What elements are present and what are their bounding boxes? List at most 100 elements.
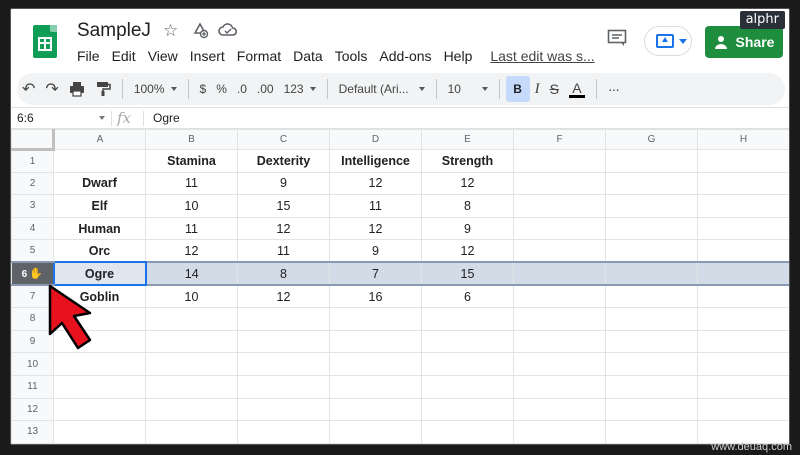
- cell[interactable]: 12: [329, 216, 422, 241]
- column-header-a[interactable]: A: [53, 129, 146, 150]
- menu-edit[interactable]: Edit: [112, 48, 136, 66]
- font-size-select[interactable]: 10: [443, 76, 493, 102]
- share-button[interactable]: Share: [705, 26, 783, 58]
- cell[interactable]: [513, 284, 606, 309]
- last-edit-link[interactable]: Last edit was s...: [490, 48, 594, 66]
- italic-button[interactable]: I: [530, 76, 545, 102]
- cell[interactable]: [697, 307, 789, 331]
- cell[interactable]: [605, 352, 698, 376]
- row-header[interactable]: 13: [11, 420, 54, 444]
- undo-icon[interactable]: ↶: [17, 76, 40, 102]
- cell[interactable]: [697, 352, 789, 376]
- cell[interactable]: [605, 239, 698, 263]
- cell[interactable]: [237, 420, 330, 444]
- selected-row[interactable]: 6 ✋ Ogre 14 8 7 15: [11, 261, 789, 287]
- cell[interactable]: [605, 194, 698, 218]
- cell[interactable]: [513, 171, 606, 196]
- cell[interactable]: [513, 216, 606, 241]
- menu-view[interactable]: View: [148, 48, 178, 66]
- cell[interactable]: Orc: [53, 239, 146, 263]
- cell[interactable]: [145, 420, 238, 444]
- cell[interactable]: [329, 352, 422, 376]
- cell[interactable]: [605, 420, 698, 444]
- cell[interactable]: 12: [145, 239, 238, 263]
- strikethrough-button[interactable]: S: [545, 76, 564, 102]
- cell[interactable]: 9: [329, 239, 422, 263]
- cell[interactable]: [237, 329, 330, 354]
- cell[interactable]: 12: [329, 171, 422, 196]
- cell[interactable]: [513, 352, 606, 376]
- column-header-d[interactable]: D: [329, 129, 422, 150]
- row-header[interactable]: 11: [11, 374, 54, 399]
- cell[interactable]: [513, 261, 606, 287]
- menu-help[interactable]: Help: [444, 48, 473, 66]
- column-header-g[interactable]: G: [605, 129, 698, 150]
- comment-history-icon[interactable]: [607, 29, 627, 47]
- cell[interactable]: Dexterity: [237, 149, 330, 173]
- cell[interactable]: 11: [145, 216, 238, 241]
- cell[interactable]: 12: [421, 239, 514, 263]
- cell[interactable]: Stamina: [145, 149, 238, 173]
- cell[interactable]: 16: [329, 284, 422, 309]
- cell[interactable]: [513, 374, 606, 399]
- cell[interactable]: [145, 307, 238, 331]
- decrease-decimal-button[interactable]: .0: [232, 76, 252, 102]
- font-family-select[interactable]: Default (Ari...: [334, 76, 430, 102]
- column-header-c[interactable]: C: [237, 129, 330, 150]
- more-formats-select[interactable]: 123: [279, 76, 321, 102]
- cell[interactable]: [513, 420, 606, 444]
- cell[interactable]: Strength: [421, 149, 514, 173]
- cell[interactable]: [605, 329, 698, 354]
- menu-tools[interactable]: Tools: [335, 48, 368, 66]
- text-color-button[interactable]: A: [564, 76, 590, 102]
- cell[interactable]: 10: [145, 194, 238, 218]
- cell[interactable]: 15: [237, 194, 330, 218]
- cell[interactable]: [697, 420, 789, 444]
- menu-format[interactable]: Format: [237, 48, 281, 66]
- cell[interactable]: [513, 307, 606, 331]
- increase-decimal-button[interactable]: .00: [252, 76, 279, 102]
- row-header[interactable]: 5: [11, 239, 54, 263]
- cell[interactable]: [697, 374, 789, 399]
- cell[interactable]: [237, 307, 330, 331]
- cell[interactable]: [697, 216, 789, 241]
- cell[interactable]: [237, 352, 330, 376]
- cell[interactable]: [605, 374, 698, 399]
- cell[interactable]: [53, 420, 146, 444]
- cell[interactable]: 8: [421, 194, 514, 218]
- cell[interactable]: Dwarf: [53, 171, 146, 196]
- cell[interactable]: [53, 352, 146, 376]
- cell[interactable]: [605, 397, 698, 422]
- menu-insert[interactable]: Insert: [190, 48, 225, 66]
- cell[interactable]: [605, 261, 698, 287]
- formula-input[interactable]: Ogre: [153, 111, 180, 125]
- menu-file[interactable]: File: [77, 48, 100, 66]
- cell[interactable]: [145, 374, 238, 399]
- more-options-button[interactable]: ···: [603, 76, 624, 102]
- row-header[interactable]: 10: [11, 352, 54, 376]
- cell[interactable]: [237, 397, 330, 422]
- cell[interactable]: [145, 329, 238, 354]
- cell[interactable]: 11: [145, 171, 238, 196]
- row-header[interactable]: 3: [11, 194, 54, 218]
- cell[interactable]: 10: [145, 284, 238, 309]
- cell[interactable]: [697, 284, 789, 309]
- name-box[interactable]: 6:6: [17, 111, 99, 125]
- column-header-e[interactable]: E: [421, 129, 514, 150]
- cell[interactable]: [697, 171, 789, 196]
- column-header-f[interactable]: F: [513, 129, 606, 150]
- cell[interactable]: 14: [145, 261, 238, 287]
- cell[interactable]: [421, 352, 514, 376]
- menu-data[interactable]: Data: [293, 48, 323, 66]
- cell[interactable]: [697, 194, 789, 218]
- cell[interactable]: [605, 284, 698, 309]
- cell[interactable]: 12: [421, 171, 514, 196]
- cell[interactable]: [421, 307, 514, 331]
- cell[interactable]: [145, 352, 238, 376]
- cell[interactable]: [329, 374, 422, 399]
- cell[interactable]: [421, 397, 514, 422]
- cell[interactable]: Elf: [53, 194, 146, 218]
- column-header-b[interactable]: B: [145, 129, 238, 150]
- cell[interactable]: [53, 374, 146, 399]
- cell[interactable]: [145, 397, 238, 422]
